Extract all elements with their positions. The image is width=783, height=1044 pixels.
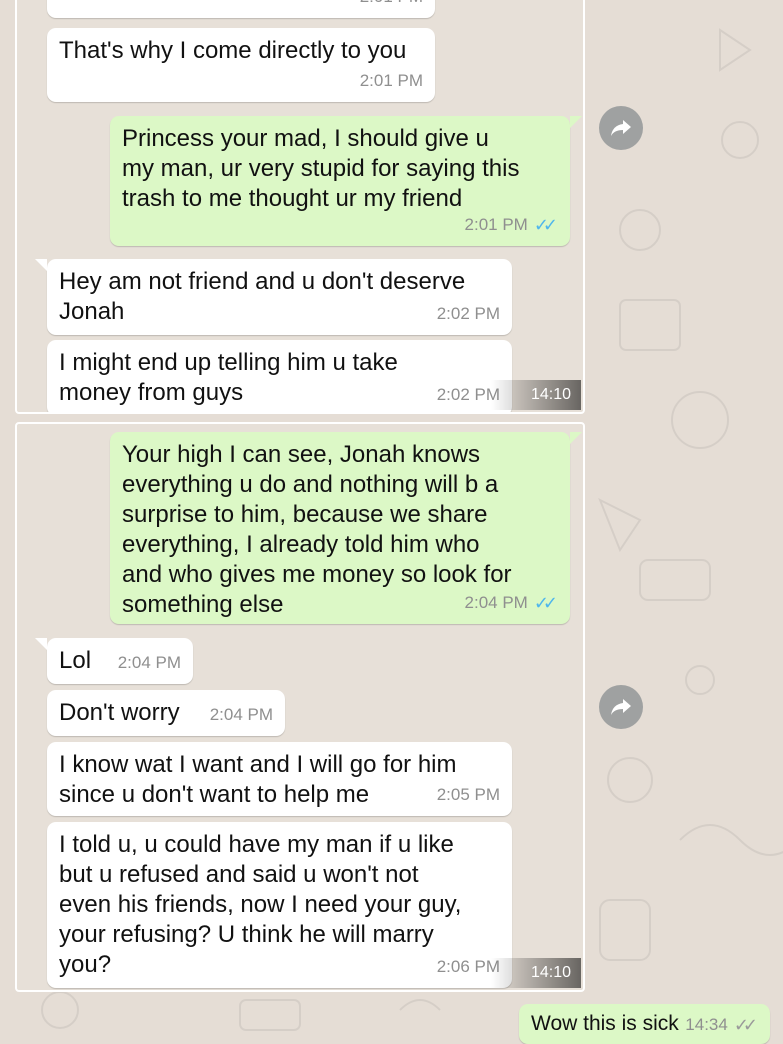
message-incoming[interactable]: Don't worry 2:04 PM xyxy=(47,690,285,736)
message-time: 2:04 PM xyxy=(117,653,181,672)
double-check-icon: ✓✓ xyxy=(533,215,558,235)
message-incoming[interactable]: I might end up telling him u take money … xyxy=(47,340,512,412)
forward-arrow-icon xyxy=(611,699,631,715)
message-time: 2:02 PM xyxy=(436,304,500,323)
chat-screenshot-2: Your high I can see, Jonah knows everyth… xyxy=(15,422,585,992)
message-outgoing[interactable]: Princess your mad, I should give u my ma… xyxy=(110,116,582,246)
message-incoming[interactable]: That's why I come directly to you 2:01 P… xyxy=(47,28,435,102)
message-time: 2:01 PM xyxy=(464,215,528,234)
message-incoming[interactable]: Lol 2:04 PM xyxy=(35,638,193,684)
message-time: 2:04 PM xyxy=(209,705,273,724)
forward-button[interactable] xyxy=(599,106,643,150)
message-text: Hey am not friend and u don't deserve Jo… xyxy=(59,268,466,325)
message-outgoing[interactable]: Wow this is sick 14:34 ✓✓ xyxy=(519,1004,770,1044)
message-text: I know wat I want and I will go for him … xyxy=(59,751,457,808)
bubble-tail xyxy=(570,432,582,444)
double-check-icon: ✓✓ xyxy=(533,593,558,613)
message-outgoing[interactable]: Your high I can see, Jonah knows everyth… xyxy=(110,432,582,624)
message-time: 2:01 PM xyxy=(359,71,423,90)
message-incoming[interactable]: Hey am not friend and u don't deserve Jo… xyxy=(35,259,512,335)
forward-button[interactable] xyxy=(599,685,643,729)
forward-arrow-icon xyxy=(611,120,631,136)
message-partial-incoming[interactable]: 2:01 PM xyxy=(47,0,435,18)
message-incoming[interactable]: I know wat I want and I will go for him … xyxy=(47,742,512,816)
double-check-icon: ✓✓ xyxy=(733,1015,758,1035)
message-time: 2:04 PM xyxy=(464,593,528,612)
chat-screenshot-1: 2:01 PM That's why I come directly to yo… xyxy=(15,0,585,414)
message-text: Princess your mad, I should give u my ma… xyxy=(122,125,520,212)
message-incoming[interactable]: I told u, u could have my man if u like … xyxy=(47,822,512,988)
message-text: I might end up telling him u take money … xyxy=(59,349,398,406)
message-text: I told u, u could have my man if u like … xyxy=(59,831,462,978)
screenshot-timestamp: 14:10 xyxy=(491,380,581,410)
bubble-tail xyxy=(35,259,47,271)
screenshot-timestamp: 14:10 xyxy=(491,958,581,988)
message-time: 14:34 xyxy=(685,1015,728,1034)
bubble-tail xyxy=(35,638,47,650)
message-text: That's why I come directly to you xyxy=(59,37,407,64)
message-time: 2:01 PM xyxy=(360,0,423,12)
message-time: 2:05 PM xyxy=(436,785,500,804)
bubble-tail xyxy=(570,116,582,128)
